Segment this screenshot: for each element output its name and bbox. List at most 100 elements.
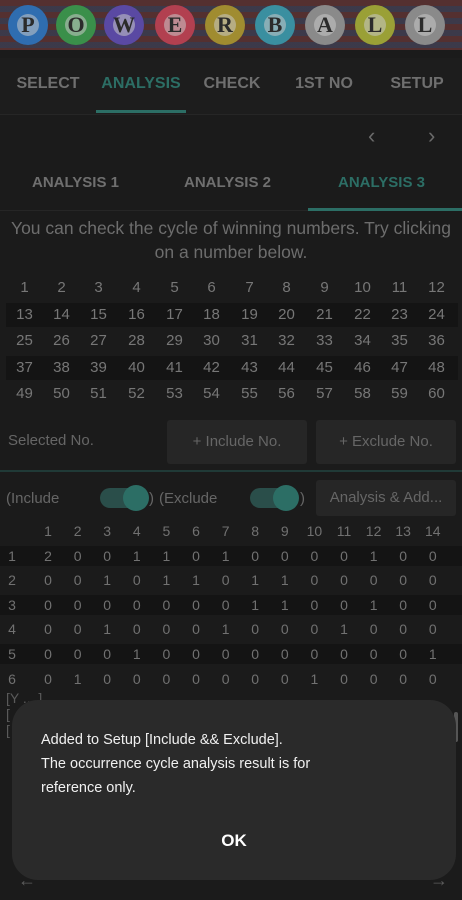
number-cell[interactable]: 44 — [268, 356, 305, 380]
matrix-row-label: 2 — [8, 572, 16, 589]
number-cell[interactable]: 30 — [193, 329, 230, 353]
number-cell[interactable]: 20 — [268, 303, 305, 327]
number-cell[interactable]: 32 — [268, 329, 305, 353]
number-cell[interactable]: 42 — [193, 356, 230, 380]
number-cell[interactable]: 6 — [193, 276, 230, 300]
number-cell[interactable]: 39 — [80, 356, 117, 380]
subtab-analysis-1[interactable]: ANALYSIS 1 — [32, 160, 119, 208]
number-cell[interactable]: 57 — [306, 382, 343, 406]
number-cell[interactable]: 23 — [381, 303, 418, 327]
ball-letter: W — [113, 12, 135, 37]
number-cell[interactable]: 4 — [118, 276, 155, 300]
number-cell[interactable]: 37 — [6, 356, 43, 380]
number-cell[interactable]: 16 — [118, 303, 155, 327]
exclude-label: (Exclude — [159, 490, 218, 507]
matrix-cell: 0 — [103, 645, 112, 662]
subtab-analysis-3[interactable]: ANALYSIS 3 — [338, 160, 425, 208]
matrix-cell: 0 — [73, 645, 82, 662]
number-grid-row: 13 14 15 16 17 18 19 20 21 22 23 24 — [6, 302, 458, 327]
exclude-toggle[interactable] — [250, 485, 299, 511]
number-cell[interactable]: 47 — [381, 356, 418, 380]
include-toggle[interactable] — [100, 485, 149, 511]
number-cell[interactable]: 7 — [231, 276, 268, 300]
tab-setup[interactable]: SETUP — [378, 58, 456, 114]
number-cell[interactable]: 9 — [306, 276, 343, 300]
number-cell[interactable]: 40 — [118, 356, 155, 380]
matrix-cell: 0 — [399, 670, 408, 687]
powerball-letter-ball: L — [405, 5, 445, 45]
number-cell[interactable]: 11 — [381, 276, 418, 300]
number-cell[interactable]: 55 — [231, 382, 268, 406]
tab-analysis[interactable]: ANALYSIS — [96, 58, 186, 114]
number-cell[interactable]: 28 — [118, 329, 155, 353]
number-cell[interactable]: 56 — [268, 382, 305, 406]
number-cell[interactable]: 8 — [268, 276, 305, 300]
number-cell[interactable]: 53 — [156, 382, 193, 406]
number-cell[interactable]: 43 — [231, 356, 268, 380]
number-cell[interactable]: 60 — [418, 382, 455, 406]
number-cell[interactable]: 59 — [381, 382, 418, 406]
next-arrow-icon[interactable]: › — [428, 123, 435, 149]
number-cell[interactable]: 41 — [156, 356, 193, 380]
prev-arrow-icon[interactable]: ‹ — [368, 123, 375, 149]
matrix-cell: 1 — [162, 547, 171, 564]
tab-select[interactable]: SELECT — [8, 58, 88, 114]
analysis-add-button[interactable]: Analysis & Add... — [316, 480, 456, 516]
number-cell[interactable]: 51 — [80, 382, 117, 406]
exclude-toggle-knob — [273, 485, 299, 511]
number-cell[interactable]: 26 — [43, 329, 80, 353]
number-cell[interactable]: 38 — [43, 356, 80, 380]
matrix-cell: 0 — [340, 670, 348, 687]
number-cell[interactable]: 45 — [306, 356, 343, 380]
number-cell[interactable]: 15 — [80, 303, 117, 327]
number-cell[interactable]: 35 — [381, 329, 418, 353]
top-nav: SELECT ANALYSIS CHECK 1ST NO SETUP — [0, 58, 462, 115]
matrix-cell: 0 — [280, 547, 289, 564]
number-cell[interactable]: 19 — [231, 303, 268, 327]
tab-1st-no[interactable]: 1ST NO — [284, 58, 364, 114]
number-cell[interactable]: 54 — [193, 382, 230, 406]
ok-button[interactable]: OK — [204, 827, 264, 855]
number-cell[interactable]: 25 — [6, 329, 43, 353]
matrix-cell: 0 — [132, 572, 141, 589]
matrix-cell: 0 — [44, 596, 52, 613]
subtab-analysis-2[interactable]: ANALYSIS 2 — [184, 160, 271, 208]
matrix-cell: 0 — [192, 596, 200, 613]
number-cell[interactable]: 31 — [231, 329, 268, 353]
number-cell[interactable]: 34 — [344, 329, 381, 353]
number-cell[interactable]: 13 — [6, 303, 43, 327]
matrix-cell: 1 — [192, 572, 200, 589]
number-cell[interactable]: 24 — [418, 303, 455, 327]
number-cell[interactable]: 33 — [306, 329, 343, 353]
number-cell[interactable]: 29 — [156, 329, 193, 353]
number-cell[interactable]: 5 — [156, 276, 193, 300]
number-cell[interactable]: 49 — [6, 382, 43, 406]
number-cell[interactable]: 12 — [418, 276, 455, 300]
number-cell[interactable]: 10 — [344, 276, 381, 300]
number-cell[interactable]: 36 — [418, 329, 455, 353]
include-no-button[interactable]: + Include No. — [167, 420, 307, 464]
matrix-cell: 0 — [340, 645, 348, 662]
number-cell[interactable]: 22 — [344, 303, 381, 327]
number-cell[interactable]: 58 — [344, 382, 381, 406]
number-cell[interactable]: 50 — [43, 382, 80, 406]
number-cell[interactable]: 2 — [43, 276, 80, 300]
matrix-cell: 0 — [192, 645, 200, 662]
number-cell[interactable]: 14 — [43, 303, 80, 327]
number-cell[interactable]: 48 — [418, 356, 455, 380]
matrix-cell: 0 — [73, 621, 82, 638]
number-cell[interactable]: 27 — [80, 329, 117, 353]
number-cell[interactable]: 17 — [156, 303, 193, 327]
number-cell[interactable]: 46 — [344, 356, 381, 380]
number-cell[interactable]: 1 — [6, 276, 43, 300]
exclude-no-button[interactable]: + Exclude No. — [316, 420, 456, 464]
number-cell[interactable]: 18 — [193, 303, 230, 327]
tab-check[interactable]: CHECK — [196, 58, 268, 114]
matrix-row-label: 5 — [8, 645, 16, 662]
number-cell[interactable]: 3 — [80, 276, 117, 300]
number-cell[interactable]: 52 — [118, 382, 155, 406]
matrix-header-cell: 9 — [280, 523, 289, 539]
matrix-header-cell: 4 — [132, 523, 141, 539]
matrix-cell: 0 — [251, 547, 260, 564]
number-cell[interactable]: 21 — [306, 303, 343, 327]
